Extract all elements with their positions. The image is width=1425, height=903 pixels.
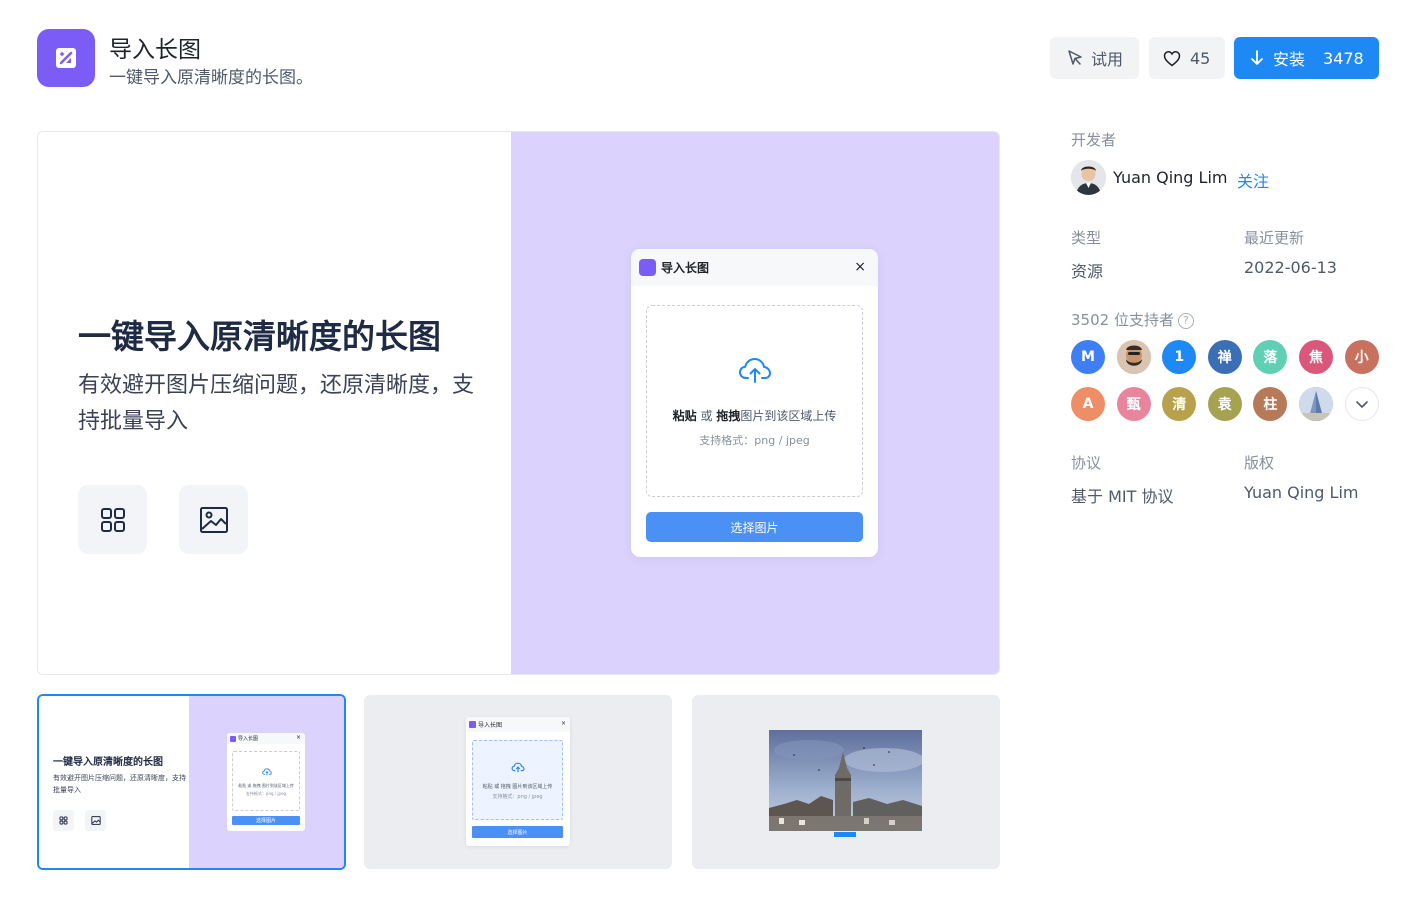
supporter-avatar[interactable]: 小 — [1344, 340, 1379, 374]
thumb-picture-icon — [85, 810, 106, 831]
feature-image-tile — [179, 485, 248, 554]
download-arrow-icon — [1251, 50, 1263, 65]
chevron-down-icon — [1356, 400, 1368, 408]
follow-link[interactable]: 关注 — [1237, 168, 1269, 192]
thumb2-dialog-header: 导入长图 × — [466, 717, 570, 732]
preview-left-panel: 一键导入原清晰度的长图 有效避开图片压缩问题，还原清晰度，支持批量导入 — [38, 132, 511, 674]
app-title: 导入长图 — [109, 37, 201, 63]
picture-icon — [199, 506, 228, 533]
copyright-value: Yuan Qing Lim — [1244, 483, 1359, 502]
supporter-avatar[interactable]: 1 — [1162, 340, 1197, 374]
install-label: 安装 — [1273, 50, 1306, 69]
thumbnail-3[interactable] — [692, 695, 1000, 869]
hero-title: 一键导入原清晰度的长图 — [78, 317, 441, 356]
cursor-icon — [1068, 50, 1082, 65]
thumb2-dialog: 导入长图 × 粘贴 或 拖拽 图片到该区域上传 支持格式：png / jpeg … — [466, 717, 570, 846]
updated-label: 最近更新 — [1244, 229, 1305, 247]
thumb-format-hint: 支持格式：png / jpeg — [245, 791, 287, 796]
import-dialog-preview: 导入长图 × 粘贴 或 拖拽图片到该区域上传 支持格式：png / jpeg 选… — [631, 249, 878, 557]
dialog-title: 导入长图 — [661, 261, 710, 275]
like-count: 45 — [1190, 48, 1211, 68]
thumb2-choose-button: 选择图片 — [472, 826, 563, 838]
license-label: 协议 — [1071, 454, 1102, 472]
license-value: 基于 MIT 协议 — [1071, 487, 1174, 506]
supporter-avatar[interactable]: 焦 — [1299, 340, 1333, 374]
developer-name[interactable]: Yuan Qing Lim — [1113, 168, 1227, 187]
type-value: 资源 — [1071, 262, 1104, 281]
thumb2-dialog-logo-icon — [469, 721, 476, 728]
thumb-choose-button: 选择图片 — [232, 816, 300, 825]
upload-dropzone: 粘贴 或 拖拽图片到该区域上传 支持格式：png / jpeg — [646, 305, 863, 497]
drag-label: 拖拽 — [716, 409, 741, 423]
feature-grid-tile — [78, 485, 147, 554]
supporter-avatar[interactable] — [1116, 340, 1151, 374]
thumb-close-icon: × — [295, 734, 301, 741]
or-label: 或 — [700, 409, 713, 423]
expand-supporters-button[interactable] — [1345, 387, 1379, 421]
supporters-label: 3502 位支持者? — [1071, 309, 1194, 330]
thumb-dialog: 导入长图 × 粘贴 或 拖拽 图片到该区域上传 支持格式：png / jpeg … — [227, 733, 305, 831]
supporters-count: 3502 位支持者 — [1071, 311, 1174, 329]
thumb-grid-icon — [53, 810, 74, 831]
help-icon[interactable]: ? — [1177, 312, 1194, 329]
thumb-dialog-header: 导入长图 × — [227, 733, 305, 744]
thumbnail-2[interactable]: 导入长图 × 粘贴 或 拖拽 图片到该区域上传 支持格式：png / jpeg … — [364, 695, 672, 869]
copyright-label: 版权 — [1244, 454, 1275, 472]
thumb-left-panel: 一键导入原清晰度的长图 有效避开图片压缩问题，还原清晰度，支持批量导入 — [39, 696, 189, 868]
thumbnail-1[interactable]: 一键导入原清晰度的长图 有效避开图片压缩问题，还原清晰度，支持批量导入 导入长图… — [37, 694, 346, 870]
type-label: 类型 — [1071, 229, 1102, 247]
thumb2-upload-hint: 粘贴 或 拖拽 图片到该区域上传 — [482, 784, 553, 790]
thumb2-format-hint: 支持格式：png / jpeg — [492, 794, 543, 800]
image-icon — [56, 48, 76, 68]
format-hint: 支持格式：png / jpeg — [699, 434, 810, 447]
developer-avatar-image — [1071, 160, 1106, 195]
supporter-avatar[interactable]: 禅 — [1207, 340, 1242, 374]
app-logo — [37, 29, 95, 87]
photo-size-badge — [834, 832, 856, 837]
grid-icon — [100, 507, 125, 532]
close-icon: × — [854, 259, 866, 275]
supporter-avatar[interactable] — [1299, 387, 1333, 421]
updated-value: 2022-06-13 — [1244, 258, 1337, 277]
install-button[interactable]: 安装 3478 — [1234, 37, 1379, 79]
thumb-hero-desc: 有效避开图片压缩问题，还原清晰度，支持批量导入 — [53, 774, 186, 794]
try-button[interactable]: 试用 — [1050, 37, 1139, 79]
like-button[interactable]: 45 — [1149, 37, 1225, 79]
paste-label: 粘贴 — [672, 409, 697, 423]
supporter-avatar[interactable]: 袁 — [1207, 387, 1242, 421]
choose-image-button: 选择图片 — [646, 512, 863, 542]
thumb2-dialog-title: 导入长图 — [478, 722, 503, 729]
cloud-upload-icon — [738, 357, 772, 383]
heart-icon — [1163, 50, 1181, 66]
upload-hint-text: 图片到该区域上传 — [740, 409, 837, 423]
hero-description: 有效避开图片压缩问题，还原清晰度，支持批量导入 — [78, 373, 475, 434]
preview-right-panel: 导入长图 × 粘贴 或 拖拽图片到该区域上传 支持格式：png / jpeg 选… — [511, 132, 999, 674]
supporter-avatar[interactable]: 柱 — [1253, 387, 1288, 421]
dialog-header: 导入长图 × — [631, 249, 878, 286]
supporter-avatar[interactable]: M — [1071, 340, 1105, 374]
thumb-right-panel: 导入长图 × 粘贴 或 拖拽 图片到该区域上传 支持格式：png / jpeg … — [189, 696, 344, 868]
dialog-logo-icon — [639, 259, 656, 276]
install-count: 3478 — [1323, 48, 1364, 68]
supporter-avatar[interactable]: 甄 — [1116, 387, 1151, 421]
thumb-upload-hint: 粘贴 或 拖拽 图片到该区域上传 — [238, 783, 294, 788]
thumb2-close-icon: × — [560, 720, 566, 727]
thumb-dropzone: 粘贴 或 拖拽 图片到该区域上传 支持格式：png / jpeg — [232, 751, 300, 811]
avatar[interactable] — [1071, 160, 1106, 195]
thumb-dialog-title: 导入长图 — [238, 736, 259, 742]
upload-hint: 粘贴 或 拖拽图片到该区域上传 — [647, 407, 862, 424]
supporter-avatar[interactable]: 落 — [1253, 340, 1288, 374]
supporter-avatar[interactable]: 清 — [1162, 387, 1197, 421]
app-subtitle: 一键导入原清晰度的长图。 — [109, 68, 313, 88]
thumb2-dropzone: 粘贴 或 拖拽 图片到该区域上传 支持格式：png / jpeg — [472, 740, 563, 820]
main-preview: 一键导入原清晰度的长图 有效避开图片压缩问题，还原清晰度，支持批量导入 导入长图… — [37, 131, 1000, 675]
city-photo — [769, 730, 922, 831]
supporter-avatar[interactable]: A — [1071, 387, 1105, 421]
thumb-dialog-logo-icon — [230, 735, 236, 742]
try-label: 试用 — [1091, 50, 1124, 69]
thumb-hero-title: 一键导入原清晰度的长图 — [53, 757, 163, 768]
developer-label: 开发者 — [1071, 131, 1117, 149]
